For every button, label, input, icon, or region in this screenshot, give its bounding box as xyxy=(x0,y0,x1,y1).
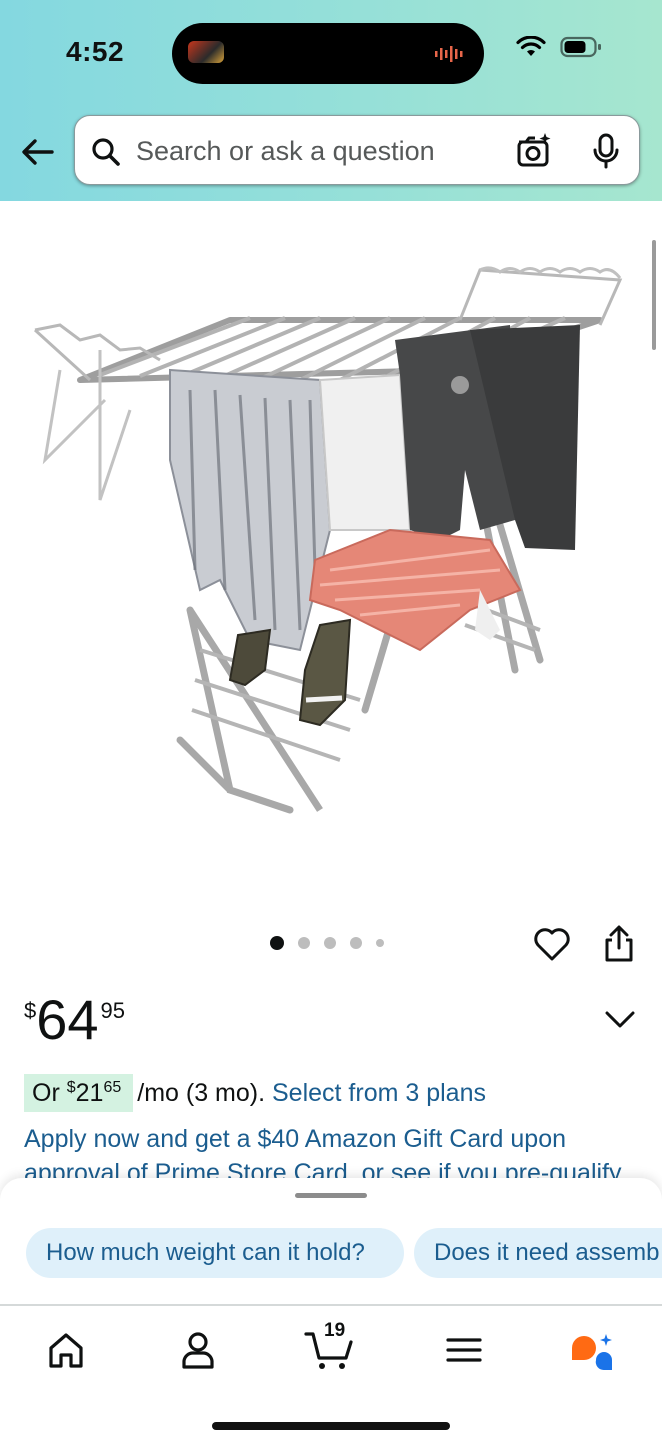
search-input[interactable]: Search or ask a question xyxy=(136,136,435,167)
camera-lens-icon[interactable] xyxy=(515,132,553,170)
price-currency-symbol: $ xyxy=(24,998,37,1023)
cart-count-badge: 19 xyxy=(324,1320,346,1341)
cart-button[interactable]: 19 xyxy=(302,1320,358,1374)
installment-dollars: 21 xyxy=(75,1078,104,1107)
wifi-icon xyxy=(516,36,546,56)
dynamic-island xyxy=(172,23,484,84)
carousel-dot[interactable] xyxy=(270,936,284,950)
installment-badge: Or $21 65 xyxy=(24,1074,134,1112)
account-icon[interactable] xyxy=(174,1326,222,1374)
installment-symbol: $ xyxy=(66,1079,76,1096)
share-icon[interactable] xyxy=(600,924,638,964)
price-dollars: 64 xyxy=(36,988,99,1051)
status-icons xyxy=(516,36,602,58)
product-image[interactable] xyxy=(20,230,640,850)
scroll-indicator xyxy=(652,240,656,350)
carousel-dot[interactable] xyxy=(350,937,362,949)
price-cents: 95 xyxy=(100,998,126,1023)
image-carousel-dots[interactable] xyxy=(270,936,384,950)
live-activity-icon xyxy=(188,41,224,63)
rufus-suggestion-sheet[interactable]: How much weight can it hold? Does it nee… xyxy=(0,1178,662,1306)
audio-wave-icon xyxy=(435,46,463,62)
carousel-dot[interactable] xyxy=(298,937,310,949)
menu-icon[interactable] xyxy=(440,1326,488,1374)
microphone-icon[interactable] xyxy=(587,132,625,170)
heart-icon[interactable] xyxy=(532,924,572,964)
battery-icon xyxy=(560,36,601,58)
chevron-down-icon[interactable] xyxy=(600,1000,640,1040)
carousel-dot[interactable] xyxy=(324,937,336,949)
installment-offer: Or $21 65 /mo (3 mo). Select from 3 plans xyxy=(24,1074,486,1112)
back-arrow-icon[interactable] xyxy=(18,132,58,172)
status-time: 4:52 xyxy=(66,36,125,67)
installment-prefix: Or xyxy=(32,1078,60,1107)
promo-line-1[interactable]: Apply now and get a $40 Amazon Gift Card… xyxy=(24,1122,644,1156)
search-icon xyxy=(92,138,120,166)
product-price: $ 64 95 xyxy=(24,990,125,1050)
search-bar[interactable]: Search or ask a question xyxy=(74,115,640,185)
carousel-dot[interactable] xyxy=(376,939,384,947)
installment-term: /mo (3 mo). xyxy=(137,1078,266,1107)
suggestion-chip[interactable]: How much weight can it hold? xyxy=(26,1228,404,1278)
select-plans-link[interactable]: Select from 3 plans xyxy=(272,1079,486,1108)
home-indicator xyxy=(212,1422,450,1430)
suggestion-chip[interactable]: Does it need assemb xyxy=(414,1228,662,1278)
installment-cents: 65 xyxy=(103,1079,122,1096)
rufus-assistant-icon[interactable] xyxy=(566,1326,614,1374)
bottom-navigation: 19 xyxy=(0,1304,662,1442)
sheet-grabber[interactable] xyxy=(295,1193,367,1198)
home-icon[interactable] xyxy=(42,1326,90,1374)
header-bar: 4:52 Search or ask a question xyxy=(0,0,662,201)
